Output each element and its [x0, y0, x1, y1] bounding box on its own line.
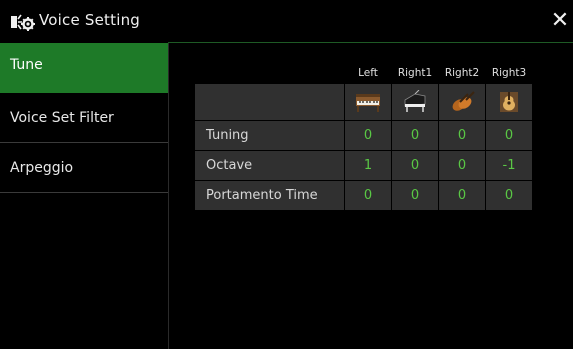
voice-icon-row: [195, 84, 533, 120]
octave-right1-value[interactable]: 0: [392, 151, 438, 180]
sidebar: Tune Voice Set Filter Arpeggio: [0, 43, 169, 349]
organ-icon: [356, 94, 380, 112]
sidebar-item-label: Voice Set Filter: [10, 110, 114, 126]
portamento-left-value[interactable]: 0: [345, 181, 391, 210]
close-button[interactable]: ✕: [549, 10, 571, 34]
sidebar-item-label: Arpeggio: [10, 160, 74, 176]
portamento-right1-value[interactable]: 0: [392, 181, 438, 210]
tuning-right3-value[interactable]: 0: [486, 121, 532, 150]
table-row-octave: Octave 1 0 0 -1: [195, 151, 533, 180]
column-header-right2: Right2: [444, 67, 480, 79]
column-header-right1: Right1: [397, 67, 433, 79]
row-label: Tuning: [195, 121, 344, 150]
table-row-portamento-time: Portamento Time 0 0 0 0: [195, 181, 533, 210]
tuning-right1-value[interactable]: 0: [392, 121, 438, 150]
voice-left[interactable]: [345, 84, 391, 120]
page-title: Voice Setting: [39, 11, 140, 29]
table-row-tuning: Tuning 0 0 0 0: [195, 121, 533, 150]
octave-right3-value[interactable]: -1: [486, 151, 532, 180]
voice-right1[interactable]: [392, 84, 438, 120]
tune-table: Tuning 0 0 0 0 Octave 1 0 0 -1 Portament…: [195, 84, 533, 211]
close-icon: ✕: [550, 8, 570, 33]
sidebar-item-arpeggio[interactable]: Arpeggio: [0, 143, 168, 193]
voice-setting-icon: [11, 14, 35, 31]
tuning-left-value[interactable]: 0: [345, 121, 391, 150]
tuning-right2-value[interactable]: 0: [439, 121, 485, 150]
voice-right2[interactable]: [439, 84, 485, 120]
acoustic-guitar-icon: [500, 92, 518, 112]
row-label: Portamento Time: [195, 181, 344, 210]
row-label: Octave: [195, 151, 344, 180]
grand-piano-icon: [404, 90, 426, 112]
title-bar: Voice Setting ✕: [0, 0, 573, 43]
voice-right3[interactable]: [486, 84, 532, 120]
column-header-left: Left: [358, 67, 378, 79]
column-header-right3: Right3: [491, 67, 527, 79]
sidebar-item-label: Tune: [10, 57, 43, 73]
octave-left-value[interactable]: 1: [345, 151, 391, 180]
sidebar-item-voice-set-filter[interactable]: Voice Set Filter: [0, 93, 168, 143]
tune-panel: Left Right1 Right2 Right3 Tuning 0 0 0 0…: [169, 43, 573, 349]
icon-row-label: [195, 84, 344, 120]
portamento-right3-value[interactable]: 0: [486, 181, 532, 210]
octave-right2-value[interactable]: 0: [439, 151, 485, 180]
portamento-right2-value[interactable]: 0: [439, 181, 485, 210]
sidebar-item-tune[interactable]: Tune: [0, 43, 168, 93]
strings-icon: [452, 91, 475, 111]
